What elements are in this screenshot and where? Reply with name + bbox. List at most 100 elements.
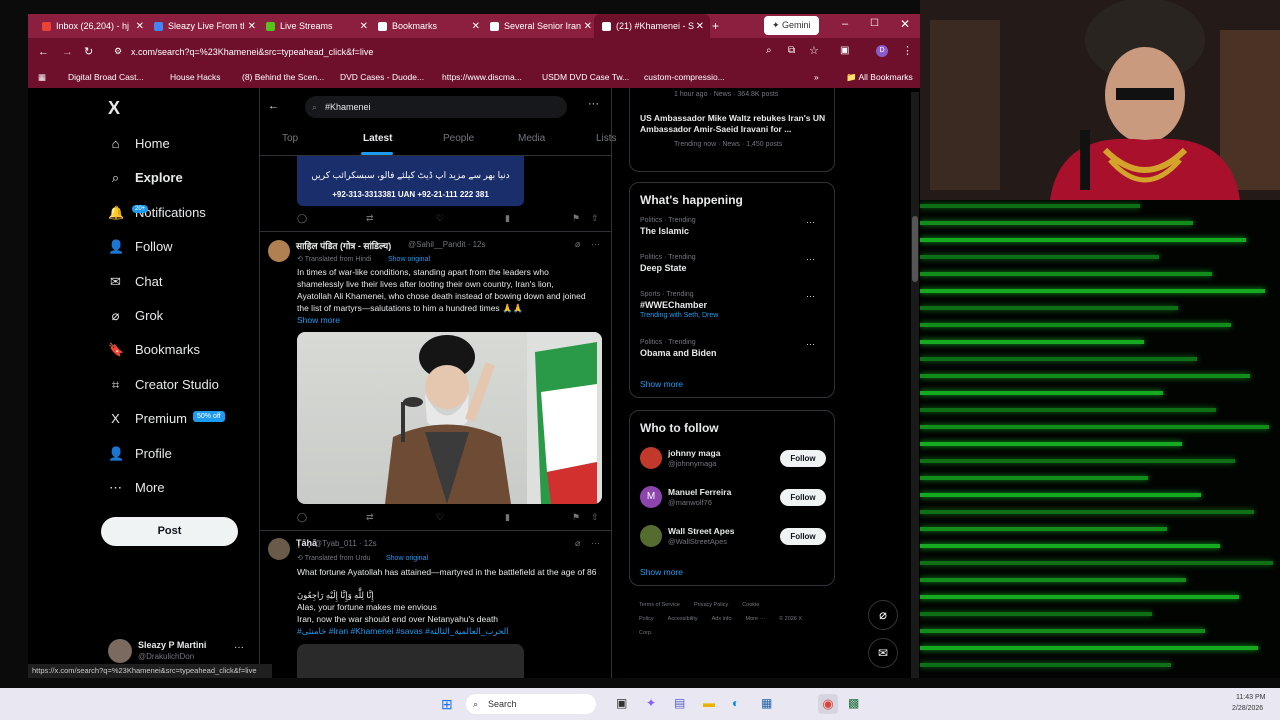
zoom-icon[interactable]: ⌕	[766, 45, 772, 56]
views-icon[interactable]: ▮	[505, 213, 510, 224]
bookmark-item[interactable]: https://www.discma...	[442, 72, 522, 82]
browser-tab[interactable]: Bookmarks ✕	[370, 14, 486, 38]
task-view-icon[interactable]: ▣	[616, 696, 627, 710]
suggestion-name[interactable]: Manuel Ferreira	[668, 487, 731, 497]
nav-item-explore[interactable]: ⌕ Explore	[108, 170, 183, 185]
teams-icon[interactable]: ▤	[674, 696, 685, 710]
tab-people[interactable]: People	[443, 133, 474, 144]
bookmark-item[interactable]: Digital Broad Cast...	[68, 72, 144, 82]
follow-button[interactable]: Follow	[780, 489, 826, 506]
back-icon[interactable]: ←	[38, 46, 49, 58]
account-name[interactable]: Sleazy P Martini	[138, 640, 206, 650]
reply-icon[interactable]: ◯	[297, 213, 307, 224]
nav-item-notifications[interactable]: 🔔 Notifications	[108, 205, 206, 220]
bookmark-icon[interactable]: ⚑	[572, 512, 580, 523]
browser-tab[interactable]: Several Senior Iran ✕	[482, 14, 598, 38]
new-tab-button[interactable]: +	[712, 19, 719, 33]
grok-icon[interactable]: ⌀	[575, 239, 580, 250]
browser-tab[interactable]: (21) #Khamenei - S ✕	[594, 14, 710, 38]
gemini-button[interactable]: ✦ Gemini	[764, 16, 819, 35]
tweet-image[interactable]	[297, 644, 524, 678]
reload-icon[interactable]: ↻	[84, 45, 93, 58]
sidepanel-icon[interactable]: ▣	[840, 45, 849, 56]
all-bookmarks[interactable]: 📁 All Bookmarks	[846, 72, 913, 83]
follow-button[interactable]: Follow	[780, 528, 826, 545]
avatar[interactable]: M	[640, 486, 662, 508]
trend-more-icon[interactable]: ···	[806, 291, 815, 301]
account-avatar[interactable]	[108, 639, 132, 663]
bookmark-item[interactable]: USDM DVD Case Tw...	[542, 72, 629, 82]
footer-link[interactable]: Ads info	[712, 616, 732, 622]
apps-icon[interactable]: ▦	[38, 72, 46, 83]
tab-close-icon[interactable]: ✕	[248, 21, 256, 32]
tab-close-icon[interactable]: ✕	[696, 21, 704, 32]
site-info-icon[interactable]: ⚙	[114, 46, 122, 57]
suggestion-name[interactable]: Wall Street Apes	[668, 526, 734, 536]
app-icon[interactable]: ▩	[848, 696, 859, 710]
trend-item[interactable]: Politics · Trending Obama and Biden	[640, 339, 717, 358]
nav-item-profile[interactable]: 👤 Profile	[108, 446, 172, 461]
menu-icon[interactable]: ⋮	[902, 44, 913, 57]
show-original-link[interactable]: Show original	[386, 553, 428, 565]
banner-image[interactable]: دنیا بھر سے مزید اپ ڈیٹ کیلئے فالو، سبسک…	[297, 156, 524, 206]
nav-item-creator-studio[interactable]: ⌗ Creator Studio	[108, 377, 219, 392]
url-field[interactable]: x.com/search?q=%23Khamenei&src=typeahead…	[131, 47, 373, 57]
cast-icon[interactable]: ⧉	[788, 45, 795, 56]
like-icon[interactable]: ♡	[436, 213, 444, 224]
account-more-icon[interactable]: ···	[234, 642, 244, 653]
nav-item-home[interactable]: ⌂ Home	[108, 136, 170, 151]
retweet-icon[interactable]: ⇄	[366, 512, 374, 523]
show-more-follow[interactable]: Show more	[640, 567, 683, 577]
footer-link[interactable]: Accessibility	[668, 616, 698, 622]
tweet-author-handle[interactable]: @Tyab_011 · 12s	[314, 539, 377, 548]
views-icon[interactable]: ▮	[505, 512, 510, 523]
forward-icon[interactable]: →	[62, 46, 73, 58]
grok-float-icon[interactable]: ⌀	[868, 600, 898, 630]
back-arrow-icon[interactable]: ←	[268, 100, 279, 112]
clock-time[interactable]: 11:43 PM	[1236, 694, 1265, 701]
retweet-icon[interactable]: ⇄	[366, 213, 374, 224]
tab-close-icon[interactable]: ✕	[584, 21, 592, 32]
browser-tab[interactable]: Sleazy Live From tl ✕	[146, 14, 262, 38]
trend-item[interactable]: Sports · Trending #WWEChamber Trending wit…	[640, 291, 718, 319]
bookmark-icon[interactable]: ⚑	[572, 213, 580, 224]
search-input[interactable]: ⌕ #Khamenei	[305, 96, 567, 118]
chevron-right-icon[interactable]: »	[814, 72, 819, 82]
taskbar-search[interactable]: ⌕ Search	[466, 694, 596, 714]
share-icon[interactable]: ⇧	[591, 512, 599, 523]
trend-more-icon[interactable]: ···	[806, 339, 815, 349]
avatar[interactable]	[640, 447, 662, 469]
x-logo[interactable]: X	[108, 98, 120, 119]
tab-latest[interactable]: Latest	[363, 133, 392, 144]
tab-top[interactable]: Top	[282, 133, 298, 144]
chrome-icon[interactable]: ◉	[818, 694, 838, 714]
reply-icon[interactable]: ◯	[297, 512, 307, 523]
tweet-hashtags[interactable]: #خامنئی #Iran #Khamenei #savas #الحرب_ال…	[297, 625, 509, 637]
tab-close-icon[interactable]: ✕	[360, 21, 368, 32]
tab-lists[interactable]: Lists	[596, 133, 617, 144]
search-more-icon[interactable]: ···	[588, 98, 599, 110]
tab-close-icon[interactable]: ✕	[136, 21, 144, 32]
bookmark-item[interactable]: custom-compressio...	[644, 72, 725, 82]
trend-item[interactable]: Politics · Trending The Islamic	[640, 217, 696, 236]
nav-item-chat[interactable]: ✉ Chat	[108, 274, 162, 289]
tweet-more-icon[interactable]: ···	[591, 239, 600, 249]
tab-close-icon[interactable]: ✕	[472, 21, 480, 32]
tab-media[interactable]: Media	[518, 133, 545, 144]
nav-item-follow[interactable]: 👤 Follow	[108, 239, 173, 254]
show-original-link[interactable]: Show original	[388, 254, 430, 266]
show-more-link[interactable]: Show more	[297, 314, 340, 326]
maximize-icon[interactable]: ☐	[870, 18, 879, 29]
tweet-image[interactable]	[297, 332, 602, 504]
store-icon[interactable]: ▦	[761, 696, 772, 710]
scrollbar[interactable]	[911, 92, 919, 678]
avatar[interactable]	[268, 240, 290, 262]
clock-date[interactable]: 2/28/2026	[1232, 705, 1263, 712]
share-icon[interactable]: ⇧	[591, 213, 599, 224]
nav-item-grok[interactable]: ⌀ Grok	[108, 308, 164, 323]
star-icon[interactable]: ☆	[809, 44, 819, 57]
bookmark-item[interactable]: (8) Behind the Scen...	[242, 72, 324, 82]
nav-item-premium[interactable]: X Premium	[108, 411, 187, 426]
bookmark-item[interactable]: DVD Cases - Duode...	[340, 72, 424, 82]
footer-link[interactable]: More ···	[746, 616, 766, 622]
